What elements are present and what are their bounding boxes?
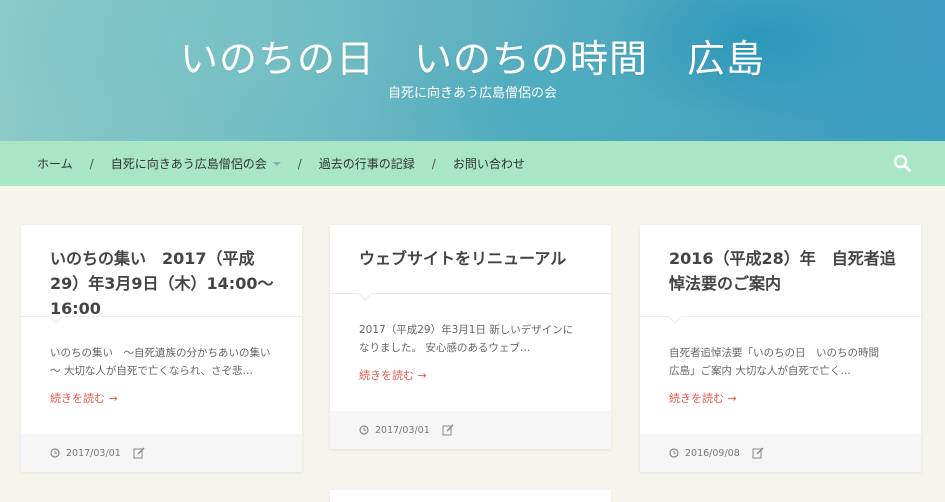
post-excerpt: 自死者追悼法要「いのちの日 いのちの時間 広島」ご案内 大切な人が自死で亡く… bbox=[669, 347, 890, 377]
post-footer: 2017/03/01 bbox=[330, 411, 611, 449]
post-footer: 2016/09/08 bbox=[640, 434, 921, 472]
post-card: いのちの集い 2017（平成29）年3月9日（木）14:00〜16:00 いのち… bbox=[21, 225, 302, 472]
notch-decoration bbox=[668, 316, 682, 324]
nav-item-contact[interactable]: お問い合わせ bbox=[453, 155, 525, 172]
notch-decoration bbox=[49, 316, 63, 324]
chevron-down-icon bbox=[272, 161, 281, 166]
post-date[interactable]: 2017/03/01 bbox=[375, 425, 430, 436]
read-more-link[interactable]: 続きを読む → bbox=[50, 390, 118, 406]
nav-item-label: ホーム bbox=[37, 157, 73, 171]
edit-icon[interactable] bbox=[752, 447, 764, 459]
post-title[interactable]: 2016（平成28）年 自死者追悼法要のご案内 bbox=[669, 246, 899, 296]
post-title[interactable]: いのちの集い 2017（平成29）年3月9日（木）14:00〜16:00 bbox=[50, 246, 280, 321]
post-excerpt: 2017（平成29）年3月1日 新しいデザインになりました。 安心感のあるウェブ… bbox=[359, 324, 574, 354]
read-more-link[interactable]: 続きを読む → bbox=[669, 390, 737, 406]
edit-icon[interactable] bbox=[442, 424, 454, 436]
divider bbox=[640, 316, 921, 317]
nav-item-past-events[interactable]: 過去の行事の記録 bbox=[319, 155, 415, 172]
post-title[interactable]: ウェブサイトをリニューアル bbox=[359, 246, 589, 271]
post-date[interactable]: 2017/03/01 bbox=[66, 448, 121, 459]
divider bbox=[21, 316, 302, 317]
site-header: いのちの日 いのちの時間 広島 自死に向きあう広島僧侶の会 bbox=[0, 0, 945, 141]
post-card: 2016（平成28）年 自死者追悼法要のご案内 自死者追悼法要「いのちの日 いの… bbox=[640, 225, 921, 472]
nav-separator: / bbox=[297, 156, 302, 171]
post-date[interactable]: 2016/09/08 bbox=[685, 448, 740, 459]
post-footer: 2017/03/01 bbox=[21, 434, 302, 472]
clock-icon bbox=[50, 448, 60, 458]
post-excerpt: いのちの集い ～自死遺族の分かちあいの集い～ 大切な人が自死で亡くなられ、さぞ悲… bbox=[50, 347, 271, 377]
post-card: ウェブサイトをリニューアル 2017（平成29）年3月1日 新しいデザインになり… bbox=[330, 225, 611, 449]
nav-separator: / bbox=[89, 156, 94, 171]
read-more-link[interactable]: 続きを読む → bbox=[359, 367, 427, 383]
post-card bbox=[330, 490, 611, 502]
clock-icon bbox=[669, 448, 679, 458]
nav-item-about[interactable]: 自死に向きあう広島僧侶の会 bbox=[111, 155, 281, 172]
divider bbox=[330, 293, 611, 294]
site-tagline: 自死に向きあう広島僧侶の会 bbox=[387, 86, 557, 101]
search-icon[interactable] bbox=[893, 154, 911, 172]
main-nav: ホーム / 自死に向きあう広島僧侶の会 / 過去の行事の記録 / お問い合わせ bbox=[0, 141, 945, 186]
site-title[interactable]: いのちの日 いのちの時間 広島 bbox=[0, 28, 945, 83]
nav-separator: / bbox=[431, 156, 436, 171]
nav-item-label: 過去の行事の記録 bbox=[318, 157, 415, 171]
nav-item-label: お問い合わせ bbox=[452, 157, 525, 171]
notch-decoration bbox=[358, 293, 372, 301]
clock-icon bbox=[359, 425, 369, 435]
nav-item-home[interactable]: ホーム bbox=[37, 155, 73, 172]
edit-icon[interactable] bbox=[133, 447, 145, 459]
nav-item-label: 自死に向きあう広島僧侶の会 bbox=[110, 157, 267, 171]
